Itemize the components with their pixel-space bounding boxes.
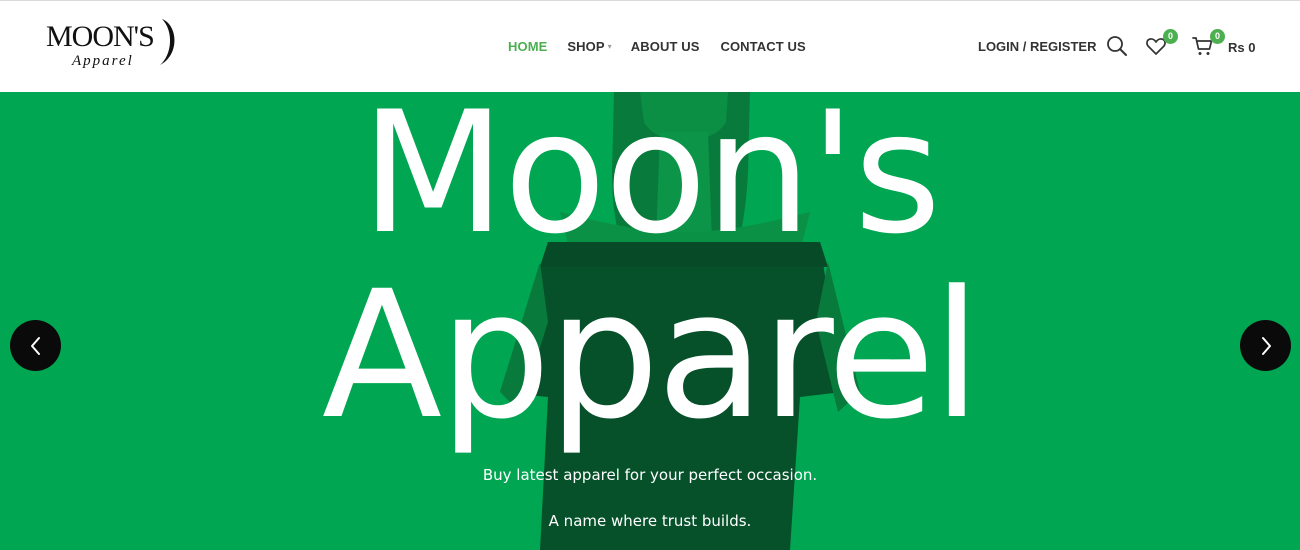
- cart-count-badge: 0: [1210, 29, 1225, 44]
- login-register-link[interactable]: LOGIN / REGISTER: [978, 39, 1096, 54]
- slider-next-button[interactable]: [1240, 320, 1291, 371]
- nav-shop-label: SHOP: [567, 39, 605, 54]
- search-button[interactable]: [1106, 35, 1130, 59]
- wishlist-button[interactable]: 0: [1145, 29, 1178, 59]
- chevron-right-icon: [1261, 336, 1271, 355]
- search-icon: [1107, 36, 1127, 56]
- site-header: MOON'S Apparel HOME SHOP ▾ ABOUT US CONTA…: [0, 1, 1300, 92]
- nav-home[interactable]: HOME: [508, 39, 547, 54]
- cart-button[interactable]: 0: [1192, 29, 1225, 59]
- logo-word: MOON'S: [46, 20, 155, 53]
- main-nav: HOME SHOP ▾ ABOUT US CONTACT US: [508, 39, 806, 54]
- hero-subtitle-2: A name where trust builds.: [548, 512, 752, 530]
- hero-title-line-2: Apparel: [321, 253, 981, 458]
- chevron-down-icon: ▾: [607, 42, 612, 51]
- nav-contact-us[interactable]: CONTACT US: [720, 39, 805, 54]
- nav-shop[interactable]: SHOP ▾: [567, 39, 611, 54]
- hero-subtitle-1: Buy latest apparel for your perfect occa…: [482, 466, 818, 484]
- hero-title-line-1: Moon's: [360, 92, 942, 271]
- wishlist-count-badge: 0: [1163, 29, 1178, 44]
- slider-prev-button[interactable]: [10, 320, 61, 371]
- logo-tagline: Apparel: [72, 53, 134, 69]
- hero-slider: Moon's Apparel Buy latest apparel for yo…: [0, 92, 1300, 550]
- site-logo[interactable]: MOON'S Apparel: [46, 17, 180, 73]
- nav-about-us[interactable]: ABOUT US: [631, 39, 700, 54]
- cart-total[interactable]: Rs 0: [1228, 40, 1255, 55]
- crescent-moon-icon: [160, 19, 175, 65]
- chevron-left-icon: [30, 336, 40, 355]
